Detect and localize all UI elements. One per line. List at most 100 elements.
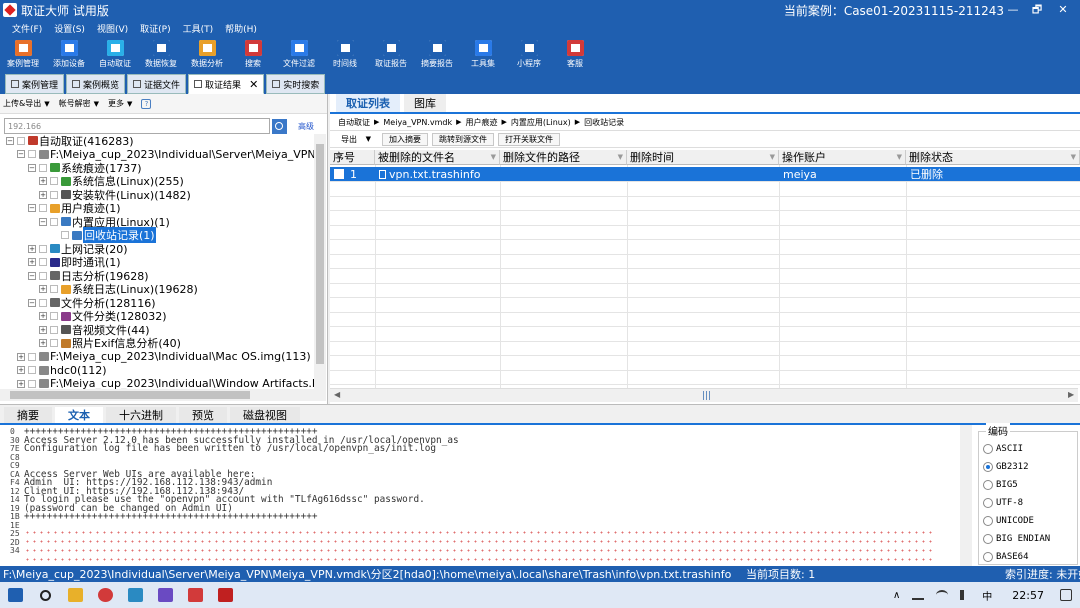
tree-node-checkbox[interactable] xyxy=(39,163,47,172)
toolbar-button[interactable]: 取证报告 xyxy=(368,37,414,72)
tree-expand-toggle[interactable]: + xyxy=(28,258,36,266)
tree-expand-toggle[interactable]: − xyxy=(28,298,36,307)
toolbar-button[interactable]: 数据恢复 xyxy=(138,37,184,72)
wifi-icon[interactable] xyxy=(936,590,949,600)
tree-expand-toggle[interactable]: + xyxy=(39,312,47,320)
tree-node-checkbox[interactable] xyxy=(39,298,47,307)
scroll-right-icon[interactable]: ▶ xyxy=(1068,390,1074,399)
tree-tool-dropdown[interactable]: 上传&导出 ▼ xyxy=(3,98,50,109)
menu-item[interactable]: 设置(S) xyxy=(48,22,91,35)
detail-tab[interactable]: 预览 xyxy=(179,407,227,423)
toolbar-button[interactable]: 自动取证 xyxy=(92,37,138,72)
tree-node-checkbox[interactable] xyxy=(28,352,36,361)
tree-node-checkbox[interactable] xyxy=(39,204,47,212)
tree-expand-toggle[interactable]: + xyxy=(39,325,47,334)
toolbar-button[interactable]: 工具集 xyxy=(460,37,506,72)
notification-icon[interactable] xyxy=(1060,589,1072,601)
taskbar-app[interactable] xyxy=(210,582,240,608)
tree-expand-toggle[interactable]: + xyxy=(39,177,47,185)
tree-node-checkbox[interactable] xyxy=(61,231,69,239)
toolbar-button[interactable]: 文件过滤 xyxy=(276,37,322,72)
document-tab[interactable]: 证据文件 xyxy=(127,74,187,94)
toolbar-button[interactable]: 摘要报告 xyxy=(414,37,460,72)
breadcrumb-item[interactable]: 回收站记录 xyxy=(584,117,624,128)
document-tab[interactable]: 实时搜索 xyxy=(266,74,326,94)
menu-item[interactable]: 视图(V) xyxy=(91,22,134,35)
column-header[interactable]: 删除状态 ▼ xyxy=(906,150,1080,165)
toolbar-button[interactable]: 数据分析 xyxy=(184,37,230,72)
scroll-left-icon[interactable]: ◀ xyxy=(334,390,340,399)
scrollbar-thumb[interactable] xyxy=(10,391,250,399)
radio-button[interactable] xyxy=(983,498,993,508)
advanced-search-link[interactable]: 高级 xyxy=(298,121,314,132)
tree-expand-toggle[interactable]: − xyxy=(17,150,25,158)
tree-node[interactable]: + F:\Meiya_cup_2023\Individual\Mac OS.img… xyxy=(17,350,311,363)
taskbar-app[interactable] xyxy=(0,582,30,608)
menu-item[interactable]: 帮助(H) xyxy=(219,22,263,35)
detail-tab[interactable]: 摘要 xyxy=(4,407,52,423)
tree-expand-toggle[interactable]: + xyxy=(28,244,36,253)
tree-node-checkbox[interactable] xyxy=(50,285,58,293)
tree-expand-toggle[interactable]: + xyxy=(17,352,25,361)
tree-expand-toggle[interactable]: + xyxy=(39,190,47,199)
menu-item[interactable]: 取证(P) xyxy=(134,22,176,35)
column-header[interactable]: 被删除的文件名 ▼ xyxy=(375,150,500,165)
taskbar-app[interactable] xyxy=(150,582,180,608)
open-related-file-button[interactable]: 打开关联文件 xyxy=(498,132,560,146)
encoding-option[interactable]: BASE64 xyxy=(983,552,1029,562)
radio-button[interactable] xyxy=(983,480,993,490)
minimize-button[interactable]: — xyxy=(1002,0,1024,20)
tree-node-checkbox[interactable] xyxy=(17,136,25,145)
tree-horizontal-scrollbar[interactable] xyxy=(0,389,326,401)
toolbar-button[interactable]: 客服 xyxy=(552,37,598,72)
tree-node[interactable]: + 照片Exif信息分析(40) xyxy=(39,337,181,350)
radio-button[interactable] xyxy=(983,552,993,562)
column-header[interactable]: 删除时间 ▼ xyxy=(627,150,779,165)
search-button[interactable] xyxy=(272,118,287,134)
tree-node-checkbox[interactable] xyxy=(28,366,36,374)
scrollbar-thumb[interactable] xyxy=(316,144,324,364)
results-horizontal-scrollbar[interactable]: ◀ ||| ▶ xyxy=(330,388,1078,402)
menu-item[interactable]: 工具(T) xyxy=(177,22,220,35)
toolbar-button[interactable]: 小程序 xyxy=(506,37,552,72)
close-button[interactable]: ✕ xyxy=(1052,0,1074,20)
toolbar-button[interactable]: 搜索 xyxy=(230,37,276,72)
encoding-option[interactable]: UTF-8 xyxy=(983,498,1023,508)
radio-button[interactable] xyxy=(983,462,993,472)
jump-to-source-button[interactable]: 跳转到源文件 xyxy=(432,132,494,146)
detail-tab[interactable]: 文本 xyxy=(55,407,103,423)
menu-item[interactable]: 文件(F) xyxy=(6,22,48,35)
network-icon[interactable] xyxy=(912,590,925,600)
tree-node[interactable]: + hdc0(112) xyxy=(17,364,107,377)
ime-indicator[interactable]: 中 xyxy=(982,588,992,603)
tree-vertical-scrollbar[interactable] xyxy=(314,134,326,389)
volume-icon[interactable] xyxy=(960,590,970,600)
tree-node[interactable]: + F:\Meiya_cup_2023\Individual\Window Art… xyxy=(17,377,314,389)
encoding-option[interactable]: GB2312 xyxy=(983,462,1029,472)
tree-expand-toggle[interactable]: − xyxy=(39,217,47,226)
breadcrumb-item[interactable]: Meiya_VPN.vmdk xyxy=(383,118,452,127)
add-summary-button[interactable]: 加入摘要 xyxy=(382,132,428,146)
tree-search-input[interactable] xyxy=(4,118,270,134)
row-checkbox[interactable] xyxy=(334,169,344,179)
tree-node-checkbox[interactable] xyxy=(39,244,47,253)
close-tab-icon[interactable]: ✕ xyxy=(249,78,258,91)
taskbar-app[interactable] xyxy=(180,582,210,608)
tree-node-checkbox[interactable] xyxy=(50,339,58,347)
tree-expand-toggle[interactable]: + xyxy=(39,339,47,347)
results-tab[interactable]: 图库 xyxy=(404,94,446,112)
text-vertical-scrollbar[interactable] xyxy=(960,425,972,567)
toolbar-button[interactable]: 时间线 xyxy=(322,37,368,72)
document-tab[interactable]: 取证结果 ✕ xyxy=(188,74,265,94)
encoding-option[interactable]: BIG5 xyxy=(983,480,1018,490)
encoding-option[interactable]: BIG ENDIAN xyxy=(983,534,1050,544)
tree-tool-dropdown[interactable]: 更多 ▼ xyxy=(108,98,132,109)
taskbar-app[interactable] xyxy=(30,582,60,608)
encoding-option[interactable]: ASCII xyxy=(983,444,1023,454)
tree-expand-toggle[interactable]: + xyxy=(17,379,25,388)
tree-node-checkbox[interactable] xyxy=(50,177,58,185)
tree-node[interactable]: − 自动取证(416283) xyxy=(6,134,134,148)
results-tab[interactable]: 取证列表 xyxy=(336,94,400,112)
text-view[interactable]: 0 30 7E C8 C9 CA F4 12 14 19 1B 1E 25 2D 34 ++++++++++… xyxy=(0,425,960,567)
tree-tool-dropdown[interactable]: 帐号解密 ▼ xyxy=(59,98,99,109)
